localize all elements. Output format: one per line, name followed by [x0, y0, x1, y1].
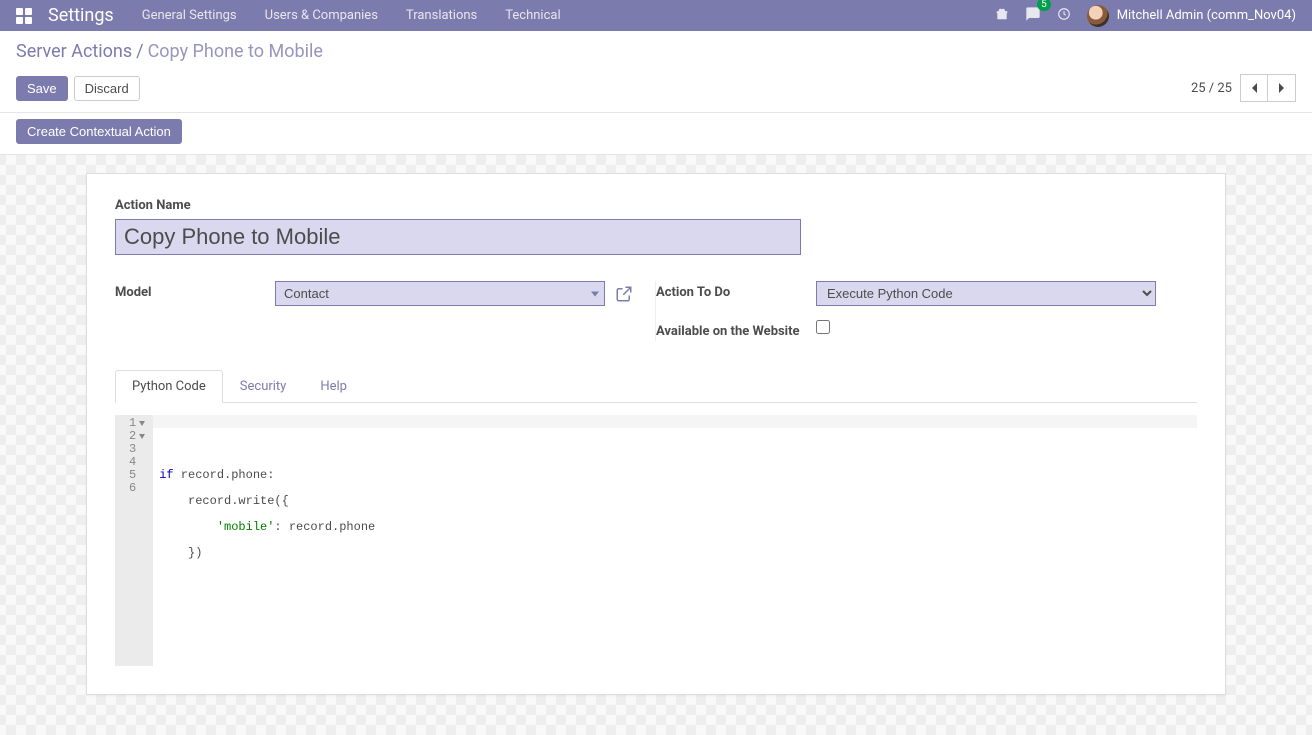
available-website-checkbox[interactable] — [816, 320, 830, 334]
breadcrumb-current: Copy Phone to Mobile — [148, 41, 323, 62]
messages-badge: 5 — [1037, 0, 1051, 11]
apps-icon[interactable] — [16, 8, 32, 24]
fold-icon[interactable] — [139, 421, 145, 426]
tab-help[interactable]: Help — [303, 370, 364, 403]
save-button[interactable]: Save — [16, 76, 68, 101]
discard-button[interactable]: Discard — [74, 76, 140, 101]
form-background: Action Name Model — [0, 155, 1312, 735]
fold-icon[interactable] — [139, 434, 145, 439]
breadcrumb-sep: / — [136, 41, 143, 62]
tab-python-code[interactable]: Python Code — [115, 370, 223, 403]
code-editor[interactable]: 1 2 3 4 5 6 if record.phone: record.writ… — [115, 415, 1197, 666]
activity-icon[interactable] — [1057, 7, 1071, 25]
model-label: Model — [115, 281, 275, 300]
breadcrumb-root[interactable]: Server Actions — [16, 41, 132, 62]
pager-text[interactable]: 25 / 25 — [1191, 81, 1232, 96]
gift-icon[interactable] — [995, 7, 1009, 25]
breadcrumb: Server Actions / Copy Phone to Mobile — [0, 31, 1312, 68]
pager-prev-button[interactable] — [1240, 74, 1268, 102]
tab-security[interactable]: Security — [223, 370, 304, 403]
create-contextual-action-button[interactable]: Create Contextual Action — [16, 119, 182, 144]
action-name-input[interactable] — [115, 219, 801, 255]
user-name: Mitchell Admin (comm_Nov04) — [1117, 8, 1296, 23]
tabs: Python Code Security Help — [115, 369, 1197, 403]
available-website-label: Available on the Website — [656, 320, 816, 341]
code-gutter: 1 2 3 4 5 6 — [115, 415, 153, 666]
user-menu[interactable]: Mitchell Admin (comm_Nov04) — [1087, 5, 1296, 27]
avatar — [1087, 5, 1109, 27]
external-link-icon[interactable] — [615, 285, 633, 303]
code-content[interactable]: if record.phone: record.write({ 'mobile'… — [153, 415, 1197, 666]
nav-menu-translations[interactable]: Translations — [406, 8, 477, 23]
pager-next-button[interactable] — [1268, 74, 1296, 102]
nav-menu-technical[interactable]: Technical — [505, 8, 560, 23]
action-name-label: Action Name — [115, 198, 1197, 213]
model-input[interactable] — [275, 281, 605, 306]
app-brand[interactable]: Settings — [48, 5, 114, 26]
action-to-do-select[interactable]: Execute Python Code — [816, 281, 1156, 306]
messages-icon[interactable]: 5 — [1025, 6, 1041, 26]
nav-menu: General Settings Users & Companies Trans… — [142, 8, 561, 23]
nav-menu-general[interactable]: General Settings — [142, 8, 237, 23]
action-to-do-label: Action To Do — [656, 281, 816, 300]
nav-menu-users[interactable]: Users & Companies — [265, 8, 378, 23]
top-navbar: Settings General Settings Users & Compan… — [0, 0, 1312, 31]
form-sheet: Action Name Model — [86, 173, 1226, 695]
